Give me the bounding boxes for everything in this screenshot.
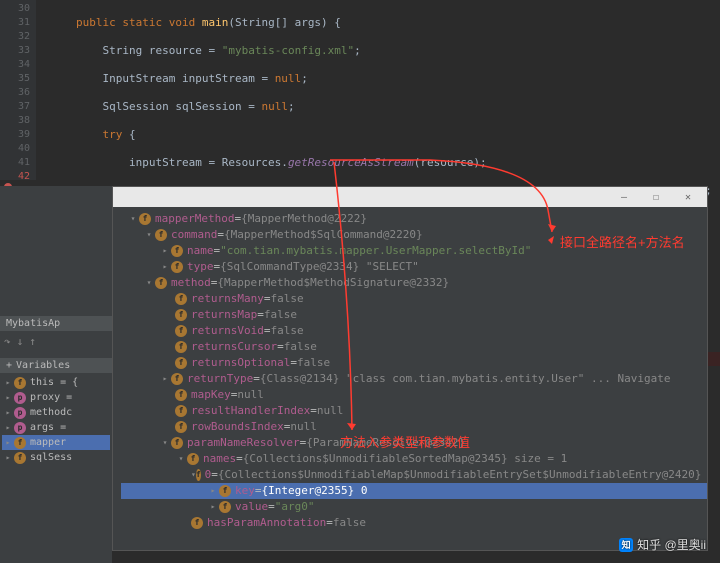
keyword: public static void (76, 16, 195, 29)
plus-icon[interactable]: + (6, 360, 12, 371)
variables-header[interactable]: + Variables (0, 358, 112, 373)
zhihu-icon: 知 (619, 538, 633, 552)
debug-sidebar: MybatisAp ↷ ↓ ↑ + Variables ▸fthis = { ▸… (0, 186, 112, 563)
code-editor: 303132 333435 363738 394041 424344 45464… (0, 0, 720, 180)
step-out-icon[interactable]: ↑ (29, 335, 36, 348)
code-area[interactable]: public static void main(String[] args) {… (36, 0, 720, 180)
step-icon[interactable]: ↷ (4, 335, 11, 348)
method-name: main (202, 16, 229, 29)
variables-tree[interactable]: ▸fthis = { ▸pproxy = ▸pmethodc ▸pargs = … (0, 373, 112, 467)
minimize-icon[interactable]: — (609, 189, 639, 205)
gutter: 303132 333435 363738 394041 424344 45464… (0, 0, 36, 180)
popup-titlebar[interactable]: — ☐ ✕ (113, 187, 707, 207)
debug-tree[interactable]: ▾fmapperMethod = {MapperMethod@2222} ▾fc… (113, 207, 707, 550)
maximize-icon[interactable]: ☐ (641, 189, 671, 205)
step-into-icon[interactable]: ↓ (17, 335, 24, 348)
frames-tab[interactable]: MybatisAp (0, 316, 112, 331)
annotation-label-1: 接口全路径名+方法名 (560, 232, 685, 251)
debug-toolbar: ↷ ↓ ↑ (0, 331, 112, 352)
annotation-label-2: 方法入参类型和参数值 (340, 432, 470, 451)
close-icon[interactable]: ✕ (673, 189, 703, 205)
watermark: 知 知乎 @里奥ii (619, 536, 706, 553)
